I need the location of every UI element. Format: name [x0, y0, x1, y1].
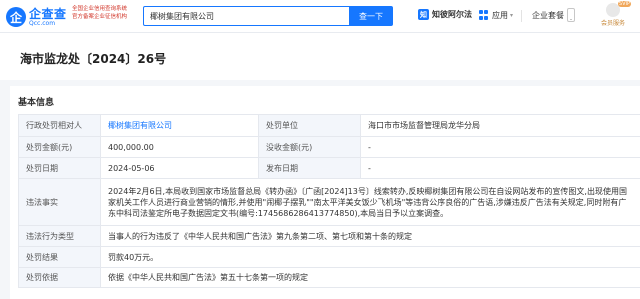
- page-title: 海市监龙处〔2024〕26号: [20, 52, 167, 66]
- amount-label: 处罚金额(元): [18, 136, 101, 158]
- zhibi-alpha-link[interactable]: 知 知彼阿尔法: [418, 9, 472, 20]
- penalty-info-table: 行政处罚相对人 椰树集团有限公司 处罚单位 海口市市场监督管理局龙华分局 处罚金…: [18, 114, 640, 288]
- party-link[interactable]: 椰树集团有限公司: [100, 114, 259, 137]
- logo-name: 企查查: [29, 6, 67, 21]
- apps-label: 应用: [492, 10, 508, 20]
- publish-date-label: 发布日期: [258, 157, 361, 179]
- basis-value: 依据《中华人民共和国广告法》第五十七条第一项的规定: [100, 267, 640, 288]
- date-value: 2024-05-06: [100, 157, 259, 179]
- table-row: 处罚日期 2024-05-06 发布日期 -: [18, 157, 640, 179]
- slogan-line-1: 全国企业信用查询系统: [72, 6, 128, 12]
- basis-label: 处罚依据: [18, 267, 101, 288]
- search-button[interactable]: 查一下: [349, 6, 393, 26]
- table-row: 违法行为类型 当事人的行为违反了《中华人民共和国广告法》第九条第二项、第七项和第…: [18, 225, 640, 247]
- avatar: [606, 1, 631, 17]
- zhibi-alpha-icon: 知: [418, 9, 429, 20]
- mobile-app-icon[interactable]: [567, 8, 575, 22]
- table-row: 处罚结果 罚款40万元。: [18, 246, 640, 268]
- slogan: 全国企业信用查询系统 官方备案企业征信机构: [72, 5, 127, 21]
- apps-menu[interactable]: 应用 ▾: [479, 8, 513, 22]
- slogan-line-2: 官方备案企业征信机构: [72, 14, 128, 20]
- top-navigation-bar: 企 企查查 Qcc.com 全国企业信用查询系统 官方备案企业征信机构 查一下 …: [0, 0, 640, 33]
- result-label: 处罚结果: [18, 246, 101, 268]
- logo-domain: Qcc.com: [29, 19, 56, 27]
- table-row: 违法事实 2024年2月6日,本局收到国家市场监督总局《转办函》〔广函[2024…: [18, 178, 640, 226]
- confiscation-value: -: [360, 136, 640, 158]
- table-row: 处罚依据 依据《中华人民共和国广告法》第五十七条第一项的规定: [18, 267, 640, 288]
- qcc-logo[interactable]: 企 企查查 Qcc.com: [6, 6, 67, 28]
- amount-value: 400,000.00: [100, 136, 259, 158]
- logo-text: 企查查 Qcc.com: [29, 8, 67, 27]
- logo-mark-icon: 企: [6, 7, 26, 27]
- party-label: 行政处罚相对人: [18, 114, 101, 137]
- publish-date-value: -: [360, 157, 640, 179]
- date-label: 处罚日期: [18, 157, 101, 179]
- violation-type-value: 当事人的行为违反了《中华人民共和国广告法》第九条第二项、第七项和第十条的规定: [100, 225, 640, 247]
- facts-label: 违法事实: [18, 178, 101, 226]
- search-input[interactable]: [143, 6, 351, 26]
- vip-label: 会员服务: [600, 20, 625, 27]
- confiscation-label: 没收金额(元): [258, 136, 361, 158]
- grid-icon: [479, 10, 489, 20]
- header-divider: [521, 10, 522, 22]
- unit-label: 处罚单位: [258, 114, 361, 137]
- section-title: 基本信息: [18, 98, 55, 108]
- zhibi-alpha-label: 知彼阿尔法: [432, 10, 472, 19]
- violation-type-label: 违法行为类型: [18, 225, 101, 247]
- unit-value: 海口市市场监督管理局龙华分局: [360, 114, 640, 137]
- table-row: 行政处罚相对人 椰树集团有限公司 处罚单位 海口市市场监督管理局龙华分局: [18, 114, 640, 137]
- chevron-down-icon: ▾: [510, 11, 514, 19]
- table-row: 处罚金额(元) 400,000.00 没收金额(元) -: [18, 136, 640, 158]
- facts-value: 2024年2月6日,本局收到国家市场监督总局《转办函》〔广函[2024]13号〕…: [100, 178, 640, 226]
- vip-service[interactable]: 会员服务: [591, 1, 635, 29]
- result-value: 罚款40万元。: [100, 246, 640, 268]
- enterprise-package-link[interactable]: 企业套餐: [532, 10, 564, 21]
